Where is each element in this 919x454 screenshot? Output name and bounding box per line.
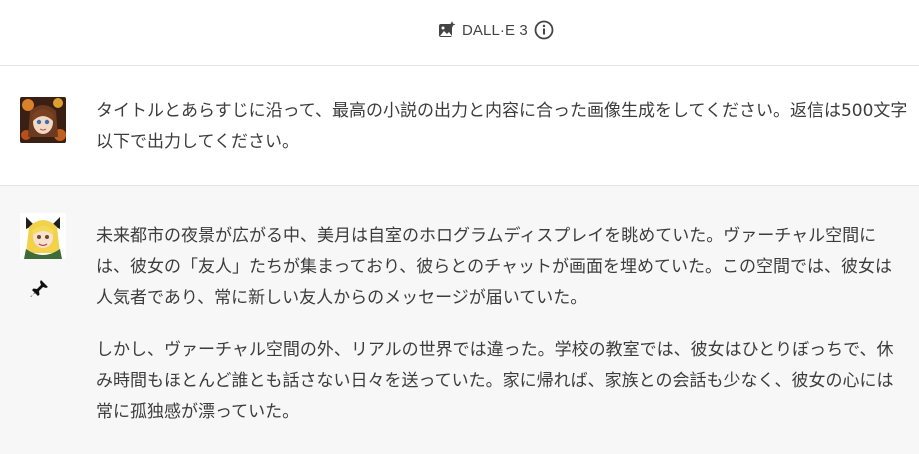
assistant-avatar xyxy=(20,213,66,259)
chat-header: DALL·E 3 xyxy=(0,0,919,66)
user-message-text: タイトルとあらすじに沿って、最高の小説の出力と内容に合った画像生成をしてください… xyxy=(96,101,908,152)
assistant-paragraph: しかし、ヴァーチャル空間の外、リアルの世界では違った。学校の教室では、彼女はひと… xyxy=(96,340,894,422)
image-sparkle-icon xyxy=(438,21,456,39)
assistant-message-text: 未来都市の夜景が広がる中、美月は自室のホログラムディスプレイを眺めていた。ヴァー… xyxy=(96,221,908,449)
user-message: タイトルとあらすじに沿って、最高の小説の出力と内容に合った画像生成をしてください… xyxy=(0,66,919,186)
assistant-paragraph: 未来都市の夜景が広がる中、美月は自室のホログラムディスプレイを眺めていた。ヴァー… xyxy=(96,226,892,308)
model-name: DALL·E 3 xyxy=(462,21,528,39)
model-selector[interactable]: DALL·E 3 xyxy=(438,19,554,41)
pin-icon[interactable] xyxy=(28,278,50,300)
assistant-message: 未来都市の夜景が広がる中、美月は自室のホログラムディスプレイを眺めていた。ヴァー… xyxy=(0,186,919,454)
user-avatar xyxy=(20,97,66,143)
info-icon[interactable] xyxy=(534,20,554,40)
